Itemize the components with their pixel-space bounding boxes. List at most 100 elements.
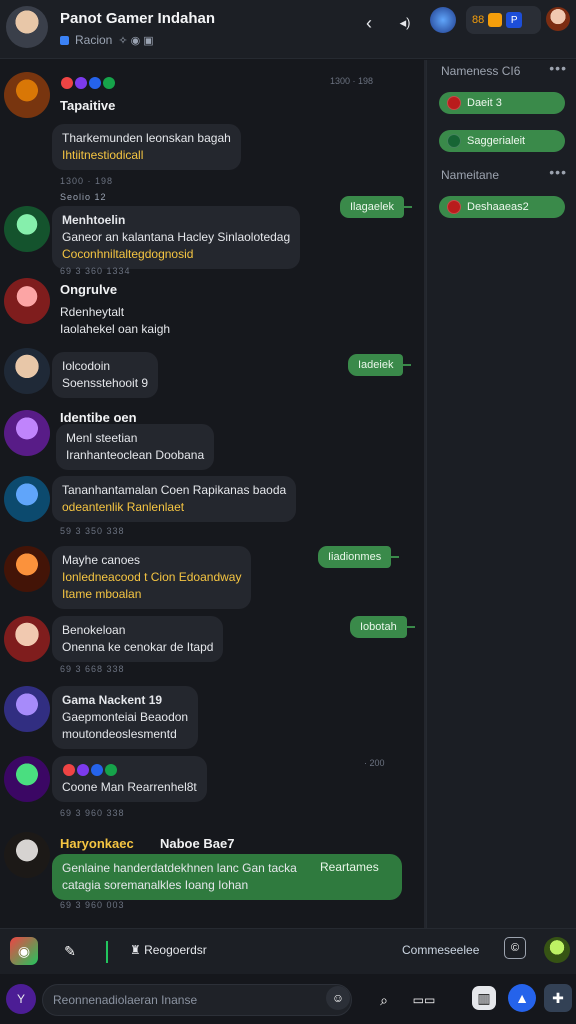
author-name: Benokeloan <box>62 623 126 637</box>
message-time: 69 3 668 338 <box>60 664 125 674</box>
reply-tag[interactable]: Reartames <box>320 860 379 874</box>
message-text: catagia soremanalkles Ioang Iohan <box>62 878 249 892</box>
search-icon[interactable]: ⌕ <box>370 986 398 1014</box>
author-name: Tapaitive <box>60 98 116 113</box>
message-time: 59 3 350 338 <box>60 526 125 536</box>
message-text: Iranhanteoclean Doobana <box>66 448 205 462</box>
message-bubble[interactable]: Benokeloan Onenna ke cenokar de Itapd <box>52 616 224 662</box>
more-icon[interactable]: ••• <box>549 164 567 180</box>
author-avatar[interactable] <box>4 686 50 732</box>
side-list-item[interactable]: Saggerialeit <box>439 130 565 152</box>
message-bubble[interactable]: Mayhe canoes Ionledneacood t Cion Edoand… <box>52 546 252 609</box>
author-name: Ongrulve <box>60 282 118 297</box>
author-avatar[interactable] <box>4 546 50 592</box>
reply-tag[interactable]: Iobotah <box>350 616 415 638</box>
message-bubble[interactable]: Tananhantamalan Coen Rapikanas baoda ode… <box>52 476 297 522</box>
side-list-item[interactable]: Daeit 3 <box>439 92 565 114</box>
author-name: Gama Nackent 19 <box>62 693 163 707</box>
message-text: Iaolahekel oan kaigh <box>60 322 171 336</box>
message-text: Coone Man Rearrenhel8t <box>62 780 197 794</box>
author-avatar[interactable] <box>4 476 50 522</box>
copy-icon[interactable]: © <box>504 937 526 959</box>
author-name: Iolcodoin <box>62 359 111 373</box>
gallery-icon[interactable]: ▭▭ <box>410 986 438 1014</box>
status-icon <box>60 35 69 45</box>
message-bubble[interactable]: Gama Nackent 19 Gaepmonteiai Beaodon mou… <box>52 686 199 749</box>
emoji-icon: ✧ ◉ ▣ <box>118 34 154 47</box>
author-avatar[interactable] <box>4 348 50 394</box>
author-avatar[interactable] <box>4 72 50 118</box>
input-placeholder: Reonnenadiolaeran Inanse <box>53 993 198 1007</box>
author-avatar[interactable] <box>4 756 50 802</box>
message-time: 69 3 360 1334 <box>60 266 131 276</box>
message-bubble[interactable]: Coone Man Rearrenhel8t <box>52 756 207 802</box>
author-name: Identibe oen <box>60 410 137 425</box>
channel-title: Panot Gamer Indahan <box>60 10 216 27</box>
user-avatar-small[interactable] <box>430 7 456 33</box>
message-text: Coconhniltaltegdognosid <box>62 247 194 261</box>
author-avatar[interactable] <box>4 832 50 878</box>
status-label-text: Reogoerdsr <box>144 943 207 957</box>
message-text: moutondeoslesmentd <box>62 727 177 741</box>
emoji-picker-icon[interactable]: ☺ <box>326 986 350 1010</box>
author-avatar[interactable] <box>4 616 50 662</box>
plus-icon[interactable]: ✚ <box>544 984 572 1012</box>
gift-icon[interactable]: ▥ <box>472 986 496 1010</box>
author-avatar[interactable] <box>4 410 50 456</box>
composer: Y Reonnenadiolaeran Inanse ☺ ⌕ ▭▭ ▥ ▲ ✚ <box>0 974 576 1024</box>
message-list[interactable]: 1300 · 198 Tapaitive Tharkemunden leonsk… <box>0 60 424 928</box>
coin-count: 88 <box>472 14 485 26</box>
author-avatar[interactable] <box>4 278 50 324</box>
message-text: Tananhantamalan Coen Rapikanas baoda <box>62 483 287 497</box>
message-text: Tharkemunden leonskan bagah <box>62 131 231 145</box>
reaction-icons <box>62 762 197 779</box>
pay-icon: P <box>506 12 523 28</box>
side-item-label: Deshaaeas2 <box>467 201 529 213</box>
message-input[interactable]: Reonnenadiolaeran Inanse <box>42 984 352 1016</box>
side-item-label: Daeit 3 <box>467 97 502 109</box>
coin-pill[interactable]: 88 P <box>466 6 541 34</box>
app-icon[interactable]: ◉ <box>10 937 38 965</box>
status-label[interactable]: ♜ Reogoerdsr <box>130 943 207 957</box>
separator <box>106 941 108 963</box>
message-text: Gaepmonteiai Beaodon <box>62 710 189 724</box>
message-bubble[interactable]: Menl steetian Iranhanteoclean Doobana <box>56 424 215 470</box>
message-bubble[interactable]: Menhtoelin Ganeor an kalantana Hacley Si… <box>52 206 301 269</box>
user-avatar[interactable] <box>544 937 570 963</box>
menu-icon[interactable]: Y <box>6 984 36 1014</box>
message-bubble[interactable]: Tharkemunden leonskan bagah Ihtiitnestio… <box>52 124 241 170</box>
reply-tag[interactable]: Iadeiek <box>348 354 413 376</box>
attach-icon[interactable]: ✎ <box>56 937 84 965</box>
coin-icon <box>488 13 503 27</box>
message-time: · 200 <box>364 758 385 768</box>
author-tag: Naboe Bae7 <box>160 836 235 851</box>
item-icon <box>447 200 461 214</box>
message-text: odeantenlik Ranlenlaet <box>62 500 185 514</box>
side-list-item[interactable]: Deshaaeas2 <box>439 196 565 218</box>
author-avatar[interactable] <box>4 206 50 252</box>
message-text: Onenna ke cenokar de Itapd <box>62 640 214 654</box>
message-bubble[interactable]: Iolcodoin Soensstehooit 9 <box>52 352 159 398</box>
more-icon[interactable]: ••• <box>549 60 567 76</box>
channel-avatar[interactable] <box>6 6 48 48</box>
profile-avatar[interactable] <box>546 7 570 31</box>
message-time: 1300 · 198 <box>330 76 374 86</box>
message-bubble[interactable]: Rdenheytalt Iaolahekel oan kaigh <box>52 298 180 344</box>
item-icon <box>447 96 461 110</box>
author-name: Haryonkaec <box>60 836 134 851</box>
members-label[interactable]: Commeseelee <box>402 943 479 957</box>
back-icon[interactable]: ‹ <box>354 8 384 38</box>
reaction-icons <box>60 74 116 92</box>
action-bar: ◉ ✎ ♜ Reogoerdsr Commeseelee © <box>0 928 576 975</box>
author-name: Menhtoelin <box>62 213 126 227</box>
message-time: 69 3 960 338 <box>60 808 125 818</box>
reply-tag[interactable]: Iiadionmes <box>318 546 400 568</box>
message-time: 1300 · 198 <box>60 176 114 186</box>
message-text: Menl steetian <box>66 431 138 445</box>
side-item-label: Saggerialeit <box>467 135 526 147</box>
send-icon[interactable]: ▲ <box>508 984 536 1012</box>
chat-header: Panot Gamer Indahan Racion ✧ ◉ ▣ ‹ ◂) 88… <box>0 0 576 59</box>
reply-tag[interactable]: Ilagaelek <box>340 196 413 218</box>
message-time: 69 3 960 003 <box>60 900 125 910</box>
audio-icon[interactable]: ◂) <box>390 8 420 38</box>
